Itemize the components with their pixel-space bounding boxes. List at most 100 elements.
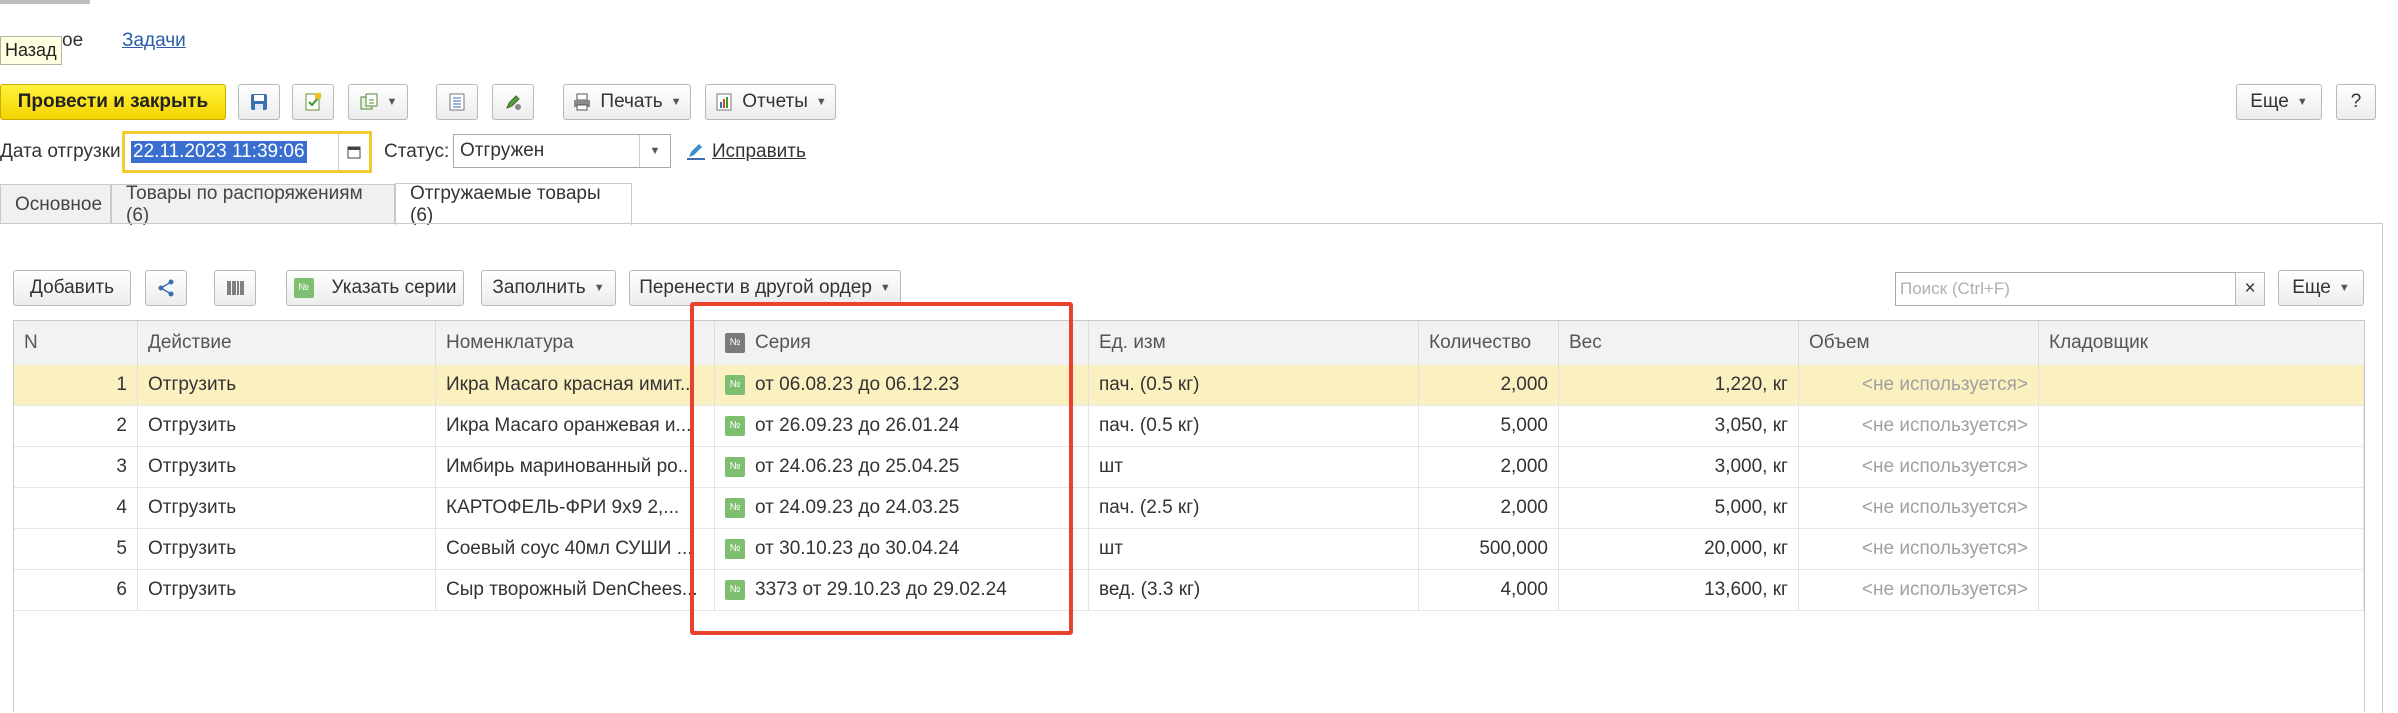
calendar-icon[interactable] — [338, 134, 369, 170]
cell-weight[interactable]: 20,000, кг — [1559, 529, 1799, 569]
nav-tab-main[interactable]: ое — [62, 30, 83, 52]
cell-weight[interactable]: 13,600, кг — [1559, 570, 1799, 610]
cell-n[interactable]: 2 — [14, 406, 138, 446]
cell-item[interactable]: Икра Масаго оранжевая и... — [436, 406, 715, 446]
col-header-weight[interactable]: Вес — [1559, 321, 1799, 365]
col-header-unit[interactable]: Ед. изм — [1089, 321, 1419, 365]
table-row[interactable]: 1 Отгрузить Икра Масаго красная имит... № от… — [14, 365, 2364, 406]
add-button[interactable]: Добавить — [13, 270, 131, 306]
cell-item[interactable]: Икра Масаго красная имит... — [436, 365, 715, 405]
print-button[interactable]: Печать ▼ — [563, 84, 691, 120]
cell-n-text: 4 — [116, 497, 127, 518]
cell-qty[interactable]: 2,000 — [1419, 365, 1559, 405]
cell-weight[interactable]: 5,000, кг — [1559, 488, 1799, 528]
col-header-volume[interactable]: Объем — [1799, 321, 2039, 365]
table-row[interactable]: 4 Отгрузить КАРТОФЕЛЬ-ФРИ 9х9 2,... № от 24.… — [14, 488, 2364, 529]
cell-n[interactable]: 4 — [14, 488, 138, 528]
move-to-order-button[interactable]: Перенести в другой ордер ▼ — [629, 270, 901, 306]
cell-keeper[interactable] — [2039, 447, 2364, 487]
cell-volume[interactable]: <не используется> — [1799, 570, 2039, 610]
status-select[interactable]: Отгружен ▼ — [453, 134, 671, 168]
cell-action[interactable]: Отгрузить — [138, 570, 436, 610]
cell-qty[interactable]: 500,000 — [1419, 529, 1559, 569]
cell-qty[interactable]: 2,000 — [1419, 447, 1559, 487]
create-based-on-button[interactable]: ▼ — [348, 84, 408, 120]
table-more-button[interactable]: Еще ▼ — [2278, 270, 2364, 306]
table-row[interactable]: 3 Отгрузить Имбирь маринованный ро... № от 2… — [14, 447, 2364, 488]
cell-n[interactable]: 3 — [14, 447, 138, 487]
table-row[interactable]: 6 Отгрузить Сыр творожный DenChees... № 3373… — [14, 570, 2364, 611]
tab-shipped-goods[interactable]: Отгружаемые товары (6) — [395, 183, 632, 226]
cell-unit[interactable]: пач. (2.5 кг) — [1089, 488, 1419, 528]
save-icon — [249, 92, 269, 112]
structure-button[interactable] — [436, 84, 478, 120]
edit-fields-button[interactable] — [492, 84, 534, 120]
cell-action[interactable]: Отгрузить — [138, 529, 436, 569]
cell-weight[interactable]: 3,050, кг — [1559, 406, 1799, 446]
share-button[interactable] — [145, 270, 187, 306]
cell-item[interactable]: Сыр творожный DenChees... — [436, 570, 715, 610]
cell-volume[interactable]: <не используется> — [1799, 488, 2039, 528]
cell-action[interactable]: Отгрузить — [138, 365, 436, 405]
more-label: Еще — [2250, 91, 2289, 112]
col-header-item[interactable]: Номенклатура — [436, 321, 715, 365]
specify-series-button[interactable]: № Указать серии — [286, 270, 464, 306]
cell-weight[interactable]: 1,220, кг — [1559, 365, 1799, 405]
col-header-keeper[interactable]: Кладовщик — [2039, 321, 2364, 365]
barcode-button[interactable] — [214, 270, 256, 306]
cell-n[interactable]: 6 — [14, 570, 138, 610]
cell-unit[interactable]: шт — [1089, 529, 1419, 569]
cell-item-text: Икра Масаго красная имит... — [446, 374, 696, 395]
cell-keeper[interactable] — [2039, 570, 2364, 610]
col-header-n[interactable]: N — [14, 321, 138, 365]
cell-volume[interactable]: <не используется> — [1799, 529, 2039, 569]
fix-icon[interactable] — [686, 141, 708, 167]
help-label: ? — [2350, 91, 2362, 112]
table-row[interactable]: 2 Отгрузить Икра Масаго оранжевая и... № от … — [14, 406, 2364, 447]
cell-qty[interactable]: 5,000 — [1419, 406, 1559, 446]
cell-item[interactable]: Соевый соус 40мл СУШИ ... — [436, 529, 715, 569]
help-button[interactable]: ? — [2336, 84, 2376, 120]
cell-keeper[interactable] — [2039, 529, 2364, 569]
cell-action[interactable]: Отгрузить — [138, 488, 436, 528]
cell-weight[interactable]: 3,000, кг — [1559, 447, 1799, 487]
cell-n[interactable]: 5 — [14, 529, 138, 569]
post-button[interactable] — [292, 84, 334, 120]
col-header-quantity[interactable]: Количество — [1419, 321, 1559, 365]
cell-keeper[interactable] — [2039, 365, 2364, 405]
cell-unit[interactable]: вед. (3.3 кг) — [1089, 570, 1419, 610]
cell-keeper[interactable] — [2039, 488, 2364, 528]
cell-action[interactable]: Отгрузить — [138, 406, 436, 446]
ship-date-input[interactable]: 22.11.2023 11:39:06 — [122, 131, 372, 173]
post-and-close-button[interactable]: Провести и закрыть — [0, 84, 226, 120]
search-input[interactable]: Поиск (Ctrl+F) — [1895, 272, 2262, 306]
cell-n[interactable]: 1 — [14, 365, 138, 405]
more-button[interactable]: Еще ▼ — [2236, 84, 2322, 120]
cell-item[interactable]: КАРТОФЕЛЬ-ФРИ 9х9 2,... — [436, 488, 715, 528]
fill-button[interactable]: Заполнить ▼ — [481, 270, 616, 306]
cell-volume[interactable]: <не используется> — [1799, 406, 2039, 446]
tab-main[interactable]: Основное — [0, 184, 111, 224]
cell-qty[interactable]: 2,000 — [1419, 488, 1559, 528]
tab-main-label: Основное — [15, 193, 103, 215]
cell-volume[interactable]: <не используется> — [1799, 365, 2039, 405]
cell-unit[interactable]: пач. (0.5 кг) — [1089, 406, 1419, 446]
cell-volume[interactable]: <не используется> — [1799, 447, 2039, 487]
cell-n-text: 3 — [116, 456, 127, 477]
search-clear-button[interactable]: × — [2235, 272, 2265, 306]
reports-button[interactable]: Отчеты ▼ — [705, 84, 836, 120]
cell-weight-text: 13,600, кг — [1704, 579, 1788, 600]
cell-unit[interactable]: пач. (0.5 кг) — [1089, 365, 1419, 405]
save-button[interactable] — [238, 84, 280, 120]
cell-qty[interactable]: 4,000 — [1419, 570, 1559, 610]
table-row[interactable]: 5 Отгрузить Соевый соус 40мл СУШИ ... № от 3… — [14, 529, 2364, 570]
chevron-down-icon[interactable]: ▼ — [639, 135, 670, 167]
cell-unit[interactable]: шт — [1089, 447, 1419, 487]
fix-link[interactable]: Исправить — [712, 141, 806, 163]
cell-item[interactable]: Имбирь маринованный ро... — [436, 447, 715, 487]
nav-tab-tasks[interactable]: Задачи — [122, 30, 186, 52]
cell-action[interactable]: Отгрузить — [138, 447, 436, 487]
col-header-action[interactable]: Действие — [138, 321, 436, 365]
tab-goods-by-orders[interactable]: Товары по распоряжениям (6) — [111, 183, 395, 226]
cell-keeper[interactable] — [2039, 406, 2364, 446]
